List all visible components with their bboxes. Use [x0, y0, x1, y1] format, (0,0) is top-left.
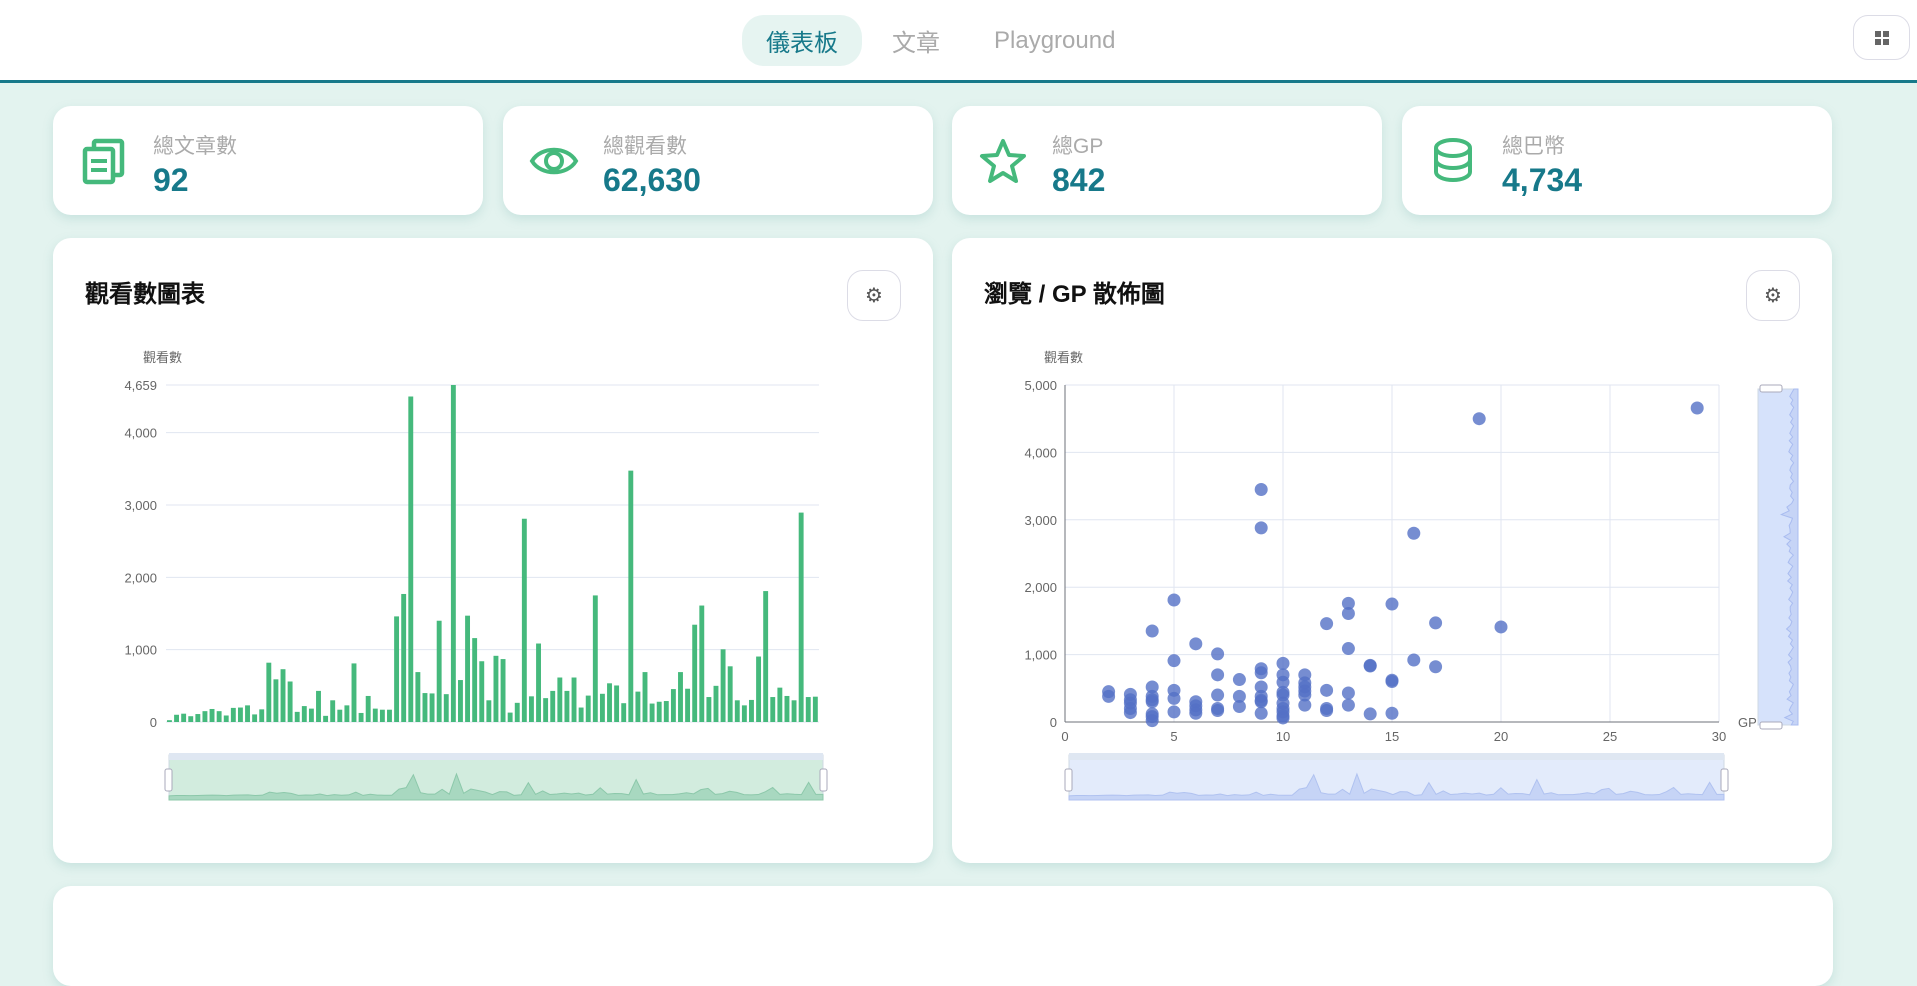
star-icon [980, 139, 1026, 183]
gear-icon: ⚙ [1764, 285, 1782, 307]
stat-label: 總GP [1052, 135, 1104, 158]
top-bar: 儀表板 文章 Playground [0, 0, 1917, 83]
gear-icon: ⚙ [865, 285, 883, 307]
stat-card-gp: 總GP 842 [952, 106, 1382, 215]
stat-card-articles: 總文章數 92 [53, 106, 483, 215]
stat-label: 總巴幣 [1502, 135, 1565, 158]
grid-icon [1874, 30, 1889, 45]
documents-icon [82, 138, 125, 185]
stat-value: 92 [153, 162, 189, 198]
coins-icon [1434, 138, 1472, 182]
chart-settings-button[interactable]: ⚙ [847, 270, 901, 321]
stat-card-views: 總觀看數 62,630 [503, 106, 933, 215]
stat-card-coins: 總巴幣 4,734 [1402, 106, 1832, 215]
apps-menu-button[interactable] [1853, 15, 1910, 60]
panel-title: 觀看數圖表 [85, 281, 205, 308]
main-nav: 儀表板 文章 Playground [742, 15, 1139, 66]
scatter-chart-panel: 瀏覽 / GP 散佈圖 ⚙ [952, 238, 1832, 863]
nav-tab-dashboard[interactable]: 儀表板 [742, 15, 862, 66]
nav-tab-playground[interactable]: Playground [970, 15, 1139, 66]
bottom-panel [53, 886, 1833, 986]
panel-title: 瀏覽 / GP 散佈圖 [984, 281, 1165, 308]
views-chart-panel: 觀看數圖表 ⚙ [53, 238, 933, 863]
chart-settings-button[interactable]: ⚙ [1746, 270, 1800, 321]
stat-value: 4,734 [1502, 162, 1583, 198]
stat-value: 842 [1052, 162, 1106, 198]
stat-label: 總文章數 [153, 135, 237, 158]
stat-value: 62,630 [603, 162, 701, 198]
stat-label: 總觀看數 [603, 135, 687, 158]
eye-icon [529, 147, 579, 175]
nav-tab-articles[interactable]: 文章 [868, 15, 964, 66]
